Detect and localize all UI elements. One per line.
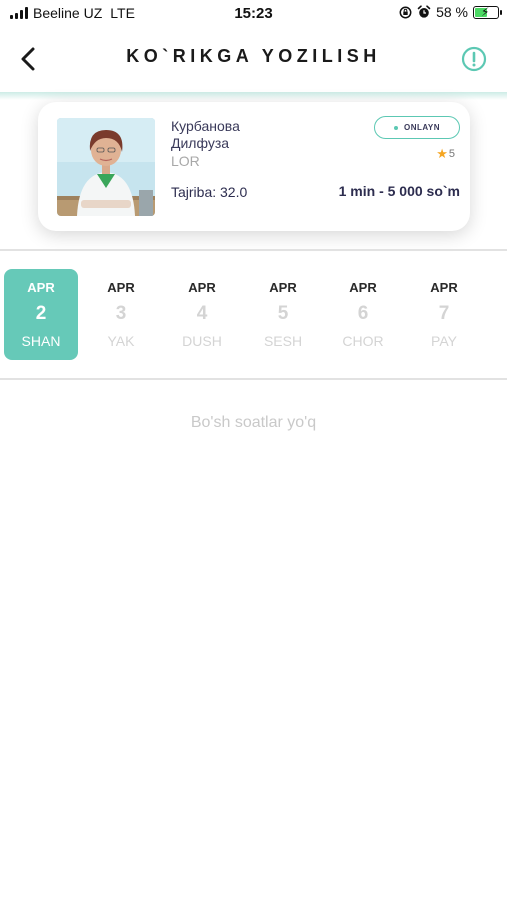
online-dot-icon: [393, 125, 398, 130]
status-right: 58 % ⚡: [399, 4, 502, 20]
date-strip-divider-bottom: [0, 378, 507, 380]
online-status-badge: ONLAYN: [374, 116, 460, 139]
doctor-surname: Курбанова: [171, 118, 240, 134]
date-day: 6: [357, 303, 369, 324]
date-item[interactable]: APR 4 DUSH: [165, 269, 239, 360]
status-bar: Beeline UZ LTE 15:23 58 % ⚡: [0, 0, 507, 28]
date-month: APR: [430, 280, 458, 295]
doctor-first-name: Дилфуза: [171, 135, 230, 151]
doctor-photo-illustration: [57, 118, 155, 216]
empty-slots-message: Bo'sh soatlar yo'q: [190, 414, 317, 431]
date-item[interactable]: APR 5 SESH: [246, 269, 320, 360]
status-left: Beeline UZ LTE: [10, 5, 135, 21]
date-month: APR: [27, 280, 55, 295]
star-icon: ★: [436, 146, 448, 161]
date-selector: APR 2 SHAN APR 3 YAK APR 4 DUSH APR 5 SE…: [0, 269, 507, 360]
date-weekday: PAY: [431, 333, 457, 349]
date-weekday: DUSH: [182, 333, 222, 349]
date-day: 2: [35, 303, 47, 324]
date-weekday: SHAN: [21, 333, 61, 349]
date-weekday: YAK: [107, 333, 135, 349]
orientation-lock-icon: [399, 6, 412, 18]
date-weekday: SESH: [263, 333, 303, 349]
date-month: APR: [349, 280, 377, 295]
doctor-avatar: [57, 118, 155, 216]
carrier-label: Beeline UZ: [33, 5, 103, 21]
battery-icon: ⚡: [473, 4, 502, 19]
app-header: KO`RIKGA YOZILISH: [0, 28, 507, 92]
date-item[interactable]: APR 3 YAK: [84, 269, 158, 360]
doctor-card[interactable]: Курбанова Дилфуза LOR Tajriba: 32.0 ONLA…: [38, 102, 470, 231]
header-divider: [0, 92, 507, 100]
date-day: 3: [115, 303, 127, 324]
doctor-experience: Tajriba: 32.0: [171, 184, 248, 200]
date-month: APR: [188, 280, 216, 295]
signal-icon: [10, 7, 28, 19]
date-item[interactable]: APR 6 CHOR: [326, 269, 400, 360]
date-month: APR: [269, 280, 297, 295]
online-status-label: ONLAYN: [403, 123, 441, 132]
date-weekday: CHOR: [342, 333, 384, 349]
doctor-name: Курбанова Дилфуза: [171, 118, 240, 152]
date-day: 4: [196, 303, 208, 324]
doctor-rating: ★ 5: [436, 146, 455, 162]
battery-percent: 58 %: [436, 4, 468, 20]
date-day: 7: [438, 303, 450, 324]
consultation-price: 1 min - 5 000 so`m: [338, 183, 460, 199]
info-button[interactable]: [461, 46, 487, 72]
network-label: LTE: [110, 5, 135, 21]
date-item[interactable]: APR 7 PAY: [407, 269, 481, 360]
doctor-specialty: LOR: [171, 153, 200, 169]
date-item[interactable]: APR 2 SHAN: [4, 269, 78, 360]
exclamation-circle-icon: [461, 46, 487, 72]
page-title: KO`RIKGA YOZILISH: [126, 46, 381, 66]
date-month: APR: [107, 280, 135, 295]
rating-value: 5: [448, 148, 455, 160]
charging-bolt-icon: ⚡: [481, 4, 490, 19]
date-day: 5: [277, 303, 289, 324]
alarm-clock-icon: [417, 5, 431, 18]
date-strip-divider-top: [0, 249, 507, 251]
